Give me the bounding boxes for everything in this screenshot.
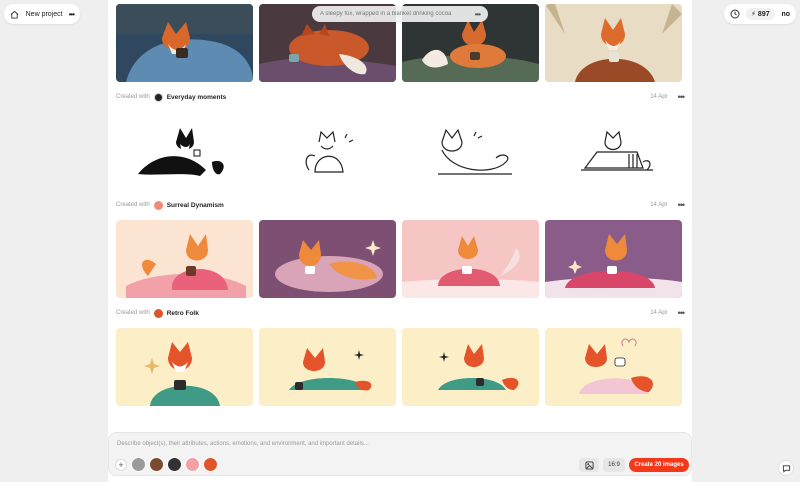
style-selector [131, 457, 218, 472]
prompt-input[interactable]: Describe object(s), their attributes, ac… [117, 441, 369, 447]
credits-badge[interactable]: ⚡ 897 [746, 8, 775, 20]
style-thumb[interactable] [185, 457, 200, 472]
gallery-panel: Created with Everyday moments 14 Apr ••• [108, 0, 692, 482]
created-with-label: Created with [116, 310, 150, 316]
style-avatar [153, 200, 163, 210]
style-name[interactable]: Surreal Dynamism [167, 202, 224, 209]
group-more-icon[interactable]: ••• [678, 308, 686, 318]
account-bar: ⚡ 897 no [724, 4, 796, 24]
add-reference-button[interactable]: + [115, 459, 127, 471]
group-date: 14 Apr [650, 202, 668, 208]
style-thumb[interactable] [167, 457, 182, 472]
generated-image[interactable] [545, 328, 682, 406]
aspect-ratio-button[interactable]: 16:9 [603, 458, 625, 472]
style-thumb[interactable] [131, 457, 146, 472]
project-name[interactable]: New project [26, 11, 63, 18]
prompt-composer: Describe object(s), their attributes, ac… [108, 432, 692, 476]
group-header: Created with Everyday moments 14 Apr ••• [116, 82, 686, 112]
generated-image[interactable] [116, 4, 253, 82]
image-row-surreal [116, 220, 684, 298]
generated-image[interactable] [259, 328, 396, 406]
image-row-everyday [116, 112, 684, 190]
generated-image[interactable] [402, 328, 539, 406]
image-settings-icon[interactable] [579, 458, 599, 472]
generated-image[interactable] [116, 220, 253, 298]
style-thumb[interactable] [203, 457, 218, 472]
image-gallery: Created with Everyday moments 14 Apr ••• [116, 4, 686, 406]
more-options-icon[interactable]: ••• [69, 10, 75, 19]
generated-image[interactable] [545, 112, 682, 190]
user-avatar[interactable]: no [781, 11, 792, 18]
prompt-text: A sleepy fox, wrapped in a blanket drink… [320, 11, 452, 17]
group-date: 14 Apr [650, 94, 668, 100]
generated-image[interactable] [259, 220, 396, 298]
style-avatar [153, 92, 163, 102]
style-thumb[interactable] [149, 457, 164, 472]
chat-support-icon[interactable] [778, 460, 794, 476]
lightning-icon: ⚡ [751, 11, 756, 18]
history-clock-icon[interactable] [728, 7, 742, 21]
generated-image[interactable] [402, 220, 539, 298]
group-date: 14 Apr [650, 310, 668, 316]
generated-image[interactable] [545, 220, 682, 298]
generated-image[interactable] [402, 112, 539, 190]
group-header: Created with Surreal Dynamism 14 Apr ••• [116, 190, 686, 220]
home-icon[interactable] [10, 9, 20, 19]
created-with-label: Created with [116, 202, 150, 208]
style-name[interactable]: Retro Folk [167, 310, 199, 317]
group-more-icon[interactable]: ••• [678, 92, 686, 102]
credits-count: 897 [757, 10, 770, 18]
prompt-more-icon[interactable]: ••• [475, 10, 481, 19]
prompt-tooltip[interactable]: A sleepy fox, wrapped in a blanket drink… [312, 6, 488, 22]
group-more-icon[interactable]: ••• [678, 200, 686, 210]
created-with-label: Created with [116, 94, 150, 100]
group-header: Created with Retro Folk 14 Apr ••• [116, 298, 686, 328]
generated-image[interactable] [545, 4, 682, 82]
style-name[interactable]: Everyday moments [167, 94, 227, 101]
create-images-button[interactable]: Create 20 images [629, 458, 689, 472]
style-avatar [153, 308, 163, 318]
image-row-folk [116, 328, 684, 406]
generated-image[interactable] [116, 328, 253, 406]
project-menu[interactable]: New project ••• [4, 4, 80, 24]
generated-image[interactable] [259, 112, 396, 190]
generated-image[interactable] [116, 112, 253, 190]
